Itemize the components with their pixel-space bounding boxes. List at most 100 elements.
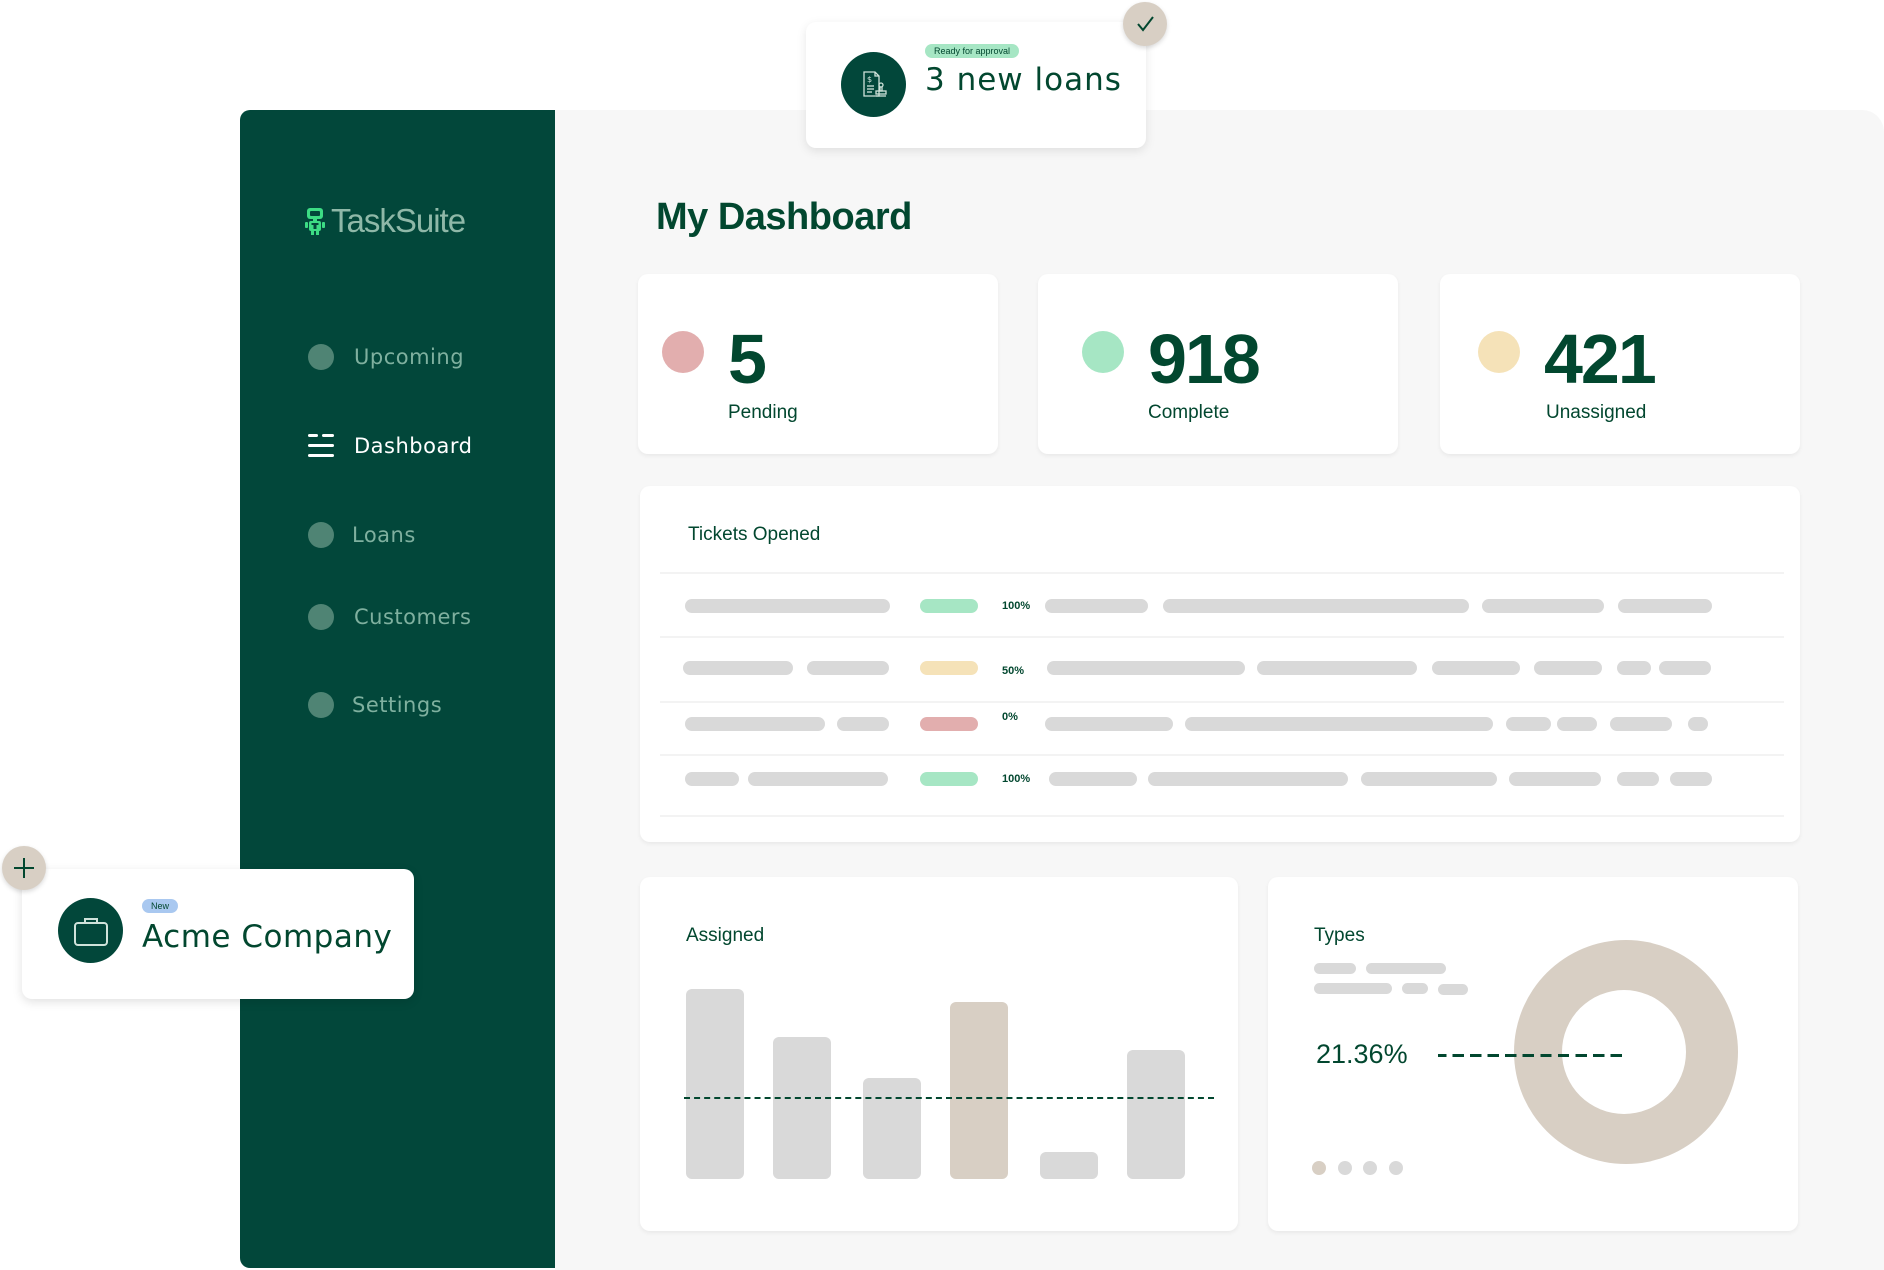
check-icon [1137, 16, 1154, 32]
card-title: Assigned [686, 925, 765, 946]
circle-icon [308, 692, 334, 718]
page-title: My Dashboard [656, 196, 912, 238]
placeholder-text [1659, 661, 1711, 675]
pagination-dot[interactable] [1337, 1161, 1352, 1175]
completion-percent: 100% [1002, 600, 1031, 612]
placeholder-text [1618, 599, 1712, 613]
svg-text:$: $ [867, 75, 872, 84]
placeholder-text [685, 772, 739, 786]
stat-value: 5 [728, 320, 767, 398]
robot-logo-icon [305, 208, 325, 235]
bar[interactable] [1127, 1049, 1185, 1179]
placeholder-text [1557, 717, 1597, 731]
types-card: Types 21.36% [1268, 877, 1798, 1231]
stat-value: 918 [1148, 320, 1261, 398]
status-dot [1082, 331, 1124, 373]
placeholder-text [1670, 772, 1712, 786]
stat-label: Complete [1148, 402, 1230, 423]
row-divider [660, 815, 1784, 817]
placeholder-text [1617, 772, 1659, 786]
status-pill [920, 661, 978, 675]
placeholder-text [1361, 772, 1497, 786]
sidebar [240, 110, 556, 1268]
circle-icon [308, 604, 334, 630]
app-name: TaskSuite [331, 202, 466, 239]
sidebar-item-label: Loans [352, 523, 416, 547]
placeholder-text [1366, 963, 1446, 974]
placeholder-text [1045, 599, 1148, 613]
bar[interactable] [773, 1036, 831, 1179]
row-divider [660, 572, 1784, 574]
placeholder-text [685, 717, 825, 731]
company-card[interactable]: New Acme Company [22, 869, 414, 999]
notification-text: 3 new loans [925, 62, 1122, 98]
completion-percent: 0% [1002, 711, 1018, 723]
row-divider [660, 636, 1784, 638]
stat-card-complete[interactable]: 918 Complete [1038, 274, 1398, 454]
sidebar-item-dashboard[interactable]: Dashboard [308, 434, 472, 458]
placeholder-text [1148, 772, 1348, 786]
tickets-opened-card: Tickets Opened 100% 50% 0% 100% [640, 486, 1800, 842]
placeholder-text [685, 599, 890, 613]
completion-percent: 50% [1002, 665, 1025, 677]
card-title: Tickets Opened [688, 524, 821, 545]
status-badge: Ready for approval [925, 44, 1020, 58]
placeholder-text [807, 661, 889, 675]
placeholder-text [837, 717, 889, 731]
percent-pointer-line [1438, 1054, 1624, 1057]
bar-highlighted[interactable] [950, 1002, 1008, 1179]
stat-label: Pending [728, 402, 798, 423]
placeholder-text [1402, 983, 1428, 994]
logo[interactable]: TaskSuite [305, 202, 466, 240]
sidebar-item-label: Customers [354, 605, 472, 629]
menu-icon [308, 434, 334, 458]
placeholder-text [1438, 984, 1468, 995]
sidebar-item-label: Settings [352, 693, 443, 717]
bar[interactable] [686, 989, 744, 1179]
sidebar-item-settings[interactable]: Settings [308, 692, 442, 718]
status-dot [1478, 331, 1520, 373]
pagination-dot[interactable] [1363, 1161, 1377, 1175]
sidebar-item-upcoming[interactable]: Upcoming [308, 344, 464, 370]
donut-hole [1562, 990, 1686, 1114]
stat-card-unassigned[interactable]: 421 Unassigned [1440, 274, 1800, 454]
sidebar-item-loans[interactable]: Loans [308, 522, 415, 548]
stat-card-pending[interactable]: 5 Pending [638, 274, 998, 454]
circle-icon [308, 344, 334, 370]
placeholder-text [683, 661, 793, 675]
bar[interactable] [1040, 1152, 1098, 1179]
completion-percent: 100% [1002, 773, 1031, 785]
pagination-dot[interactable] [1388, 1161, 1403, 1175]
placeholder-text [748, 772, 888, 786]
status-pill [920, 717, 978, 731]
add-company-button[interactable] [2, 846, 46, 890]
assigned-card: Assigned [640, 877, 1238, 1231]
placeholder-text [1509, 772, 1601, 786]
status-pill [920, 599, 978, 613]
new-badge: New [142, 899, 179, 913]
placeholder-text [1045, 717, 1173, 731]
placeholder-text [1534, 661, 1602, 675]
placeholder-text [1432, 661, 1520, 675]
placeholder-text [1049, 772, 1137, 786]
notification-card[interactable]: $ Ready for approval 3 new loans [806, 22, 1146, 148]
row-divider [660, 701, 1784, 703]
placeholder-text [1314, 963, 1356, 974]
status-pill [920, 772, 978, 786]
placeholder-text [1163, 599, 1469, 613]
approve-button[interactable] [1123, 2, 1167, 46]
placeholder-text [1506, 717, 1551, 731]
bar[interactable] [863, 1078, 921, 1179]
stat-value: 421 [1544, 320, 1657, 398]
loan-document-icon: $ [841, 52, 906, 117]
status-dot [662, 331, 704, 373]
pagination-dot[interactable] [1312, 1161, 1326, 1175]
placeholder-text [1617, 661, 1651, 675]
sidebar-item-customers[interactable]: Customers [308, 604, 471, 630]
placeholder-text [1610, 717, 1672, 731]
row-divider [660, 754, 1784, 756]
sidebar-item-label: Upcoming [354, 345, 465, 369]
stat-label: Unassigned [1546, 402, 1647, 423]
placeholder-text [1047, 661, 1245, 675]
sidebar-item-label: Dashboard [354, 434, 473, 458]
